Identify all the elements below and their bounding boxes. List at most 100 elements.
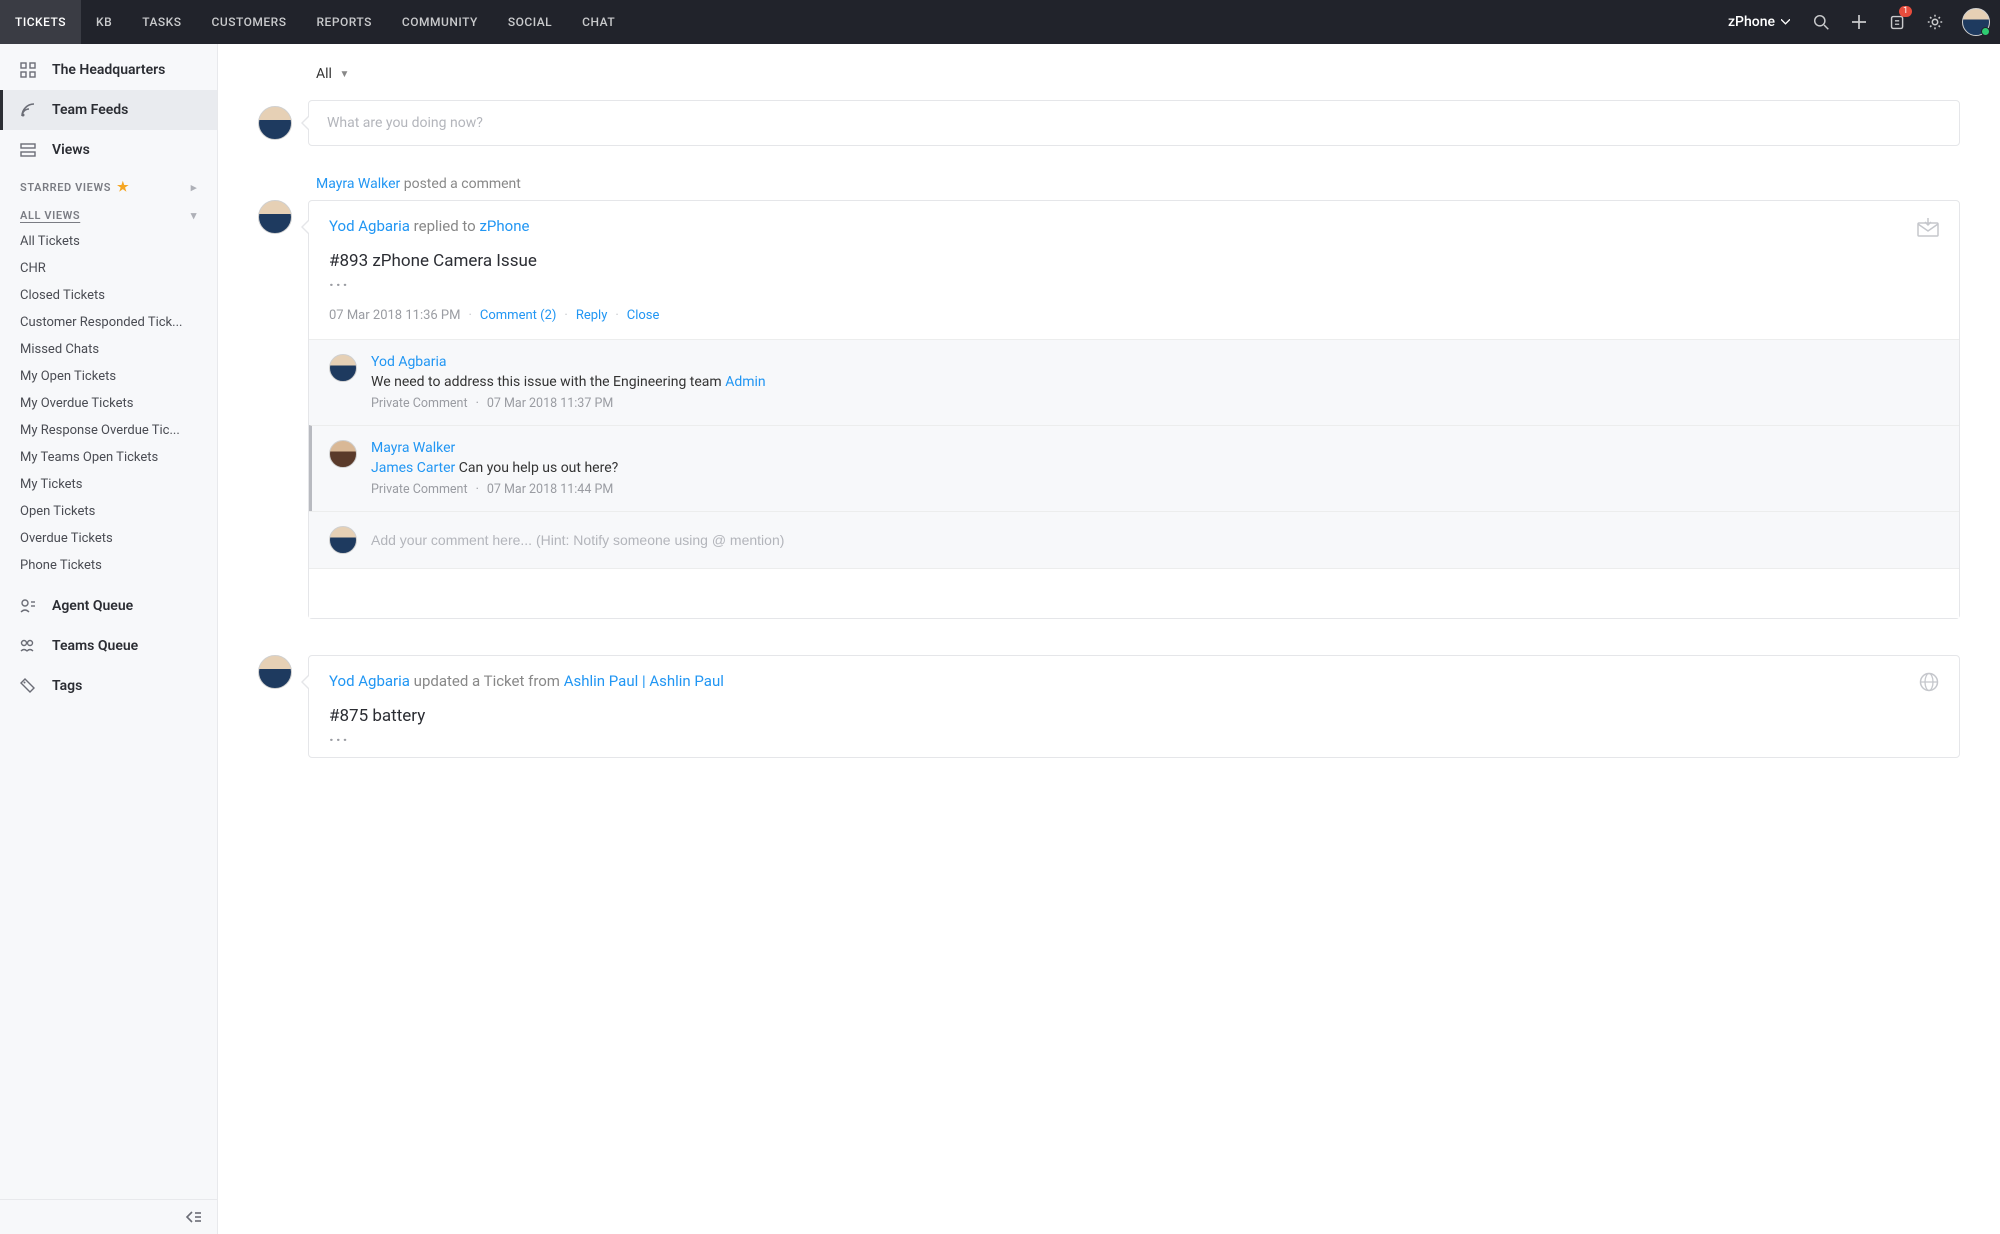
chevron-right-icon: ▸: [191, 181, 197, 194]
view-item[interactable]: My Tickets: [0, 471, 217, 498]
nav-tab-customers[interactable]: CUSTOMERS: [197, 0, 302, 44]
nav-tab-reports[interactable]: REPORTS: [302, 0, 387, 44]
star-icon: ★: [117, 180, 129, 195]
starred-views-header[interactable]: STARRED VIEWS★ ▸: [0, 170, 217, 199]
view-item[interactable]: My Open Tickets: [0, 363, 217, 390]
agent-queue-icon: [20, 598, 38, 614]
comment-text: We need to address this issue with the E…: [371, 374, 1939, 390]
post-context: Mayra Walker posted a comment: [258, 176, 1960, 192]
reply-action[interactable]: Reply: [576, 308, 608, 323]
status-composer[interactable]: What are you doing now?: [308, 100, 1960, 146]
filter-label: All: [316, 66, 332, 82]
post-title[interactable]: #875 battery: [309, 698, 1959, 730]
grid-icon: [20, 62, 38, 78]
comment: Mayra Walker James Carter Can you help u…: [309, 425, 1959, 511]
context-user-link[interactable]: Mayra Walker: [316, 176, 400, 192]
chevron-down-icon: ▾: [191, 209, 197, 222]
sidebar-item-tags[interactable]: Tags: [0, 666, 217, 706]
avatar: [329, 354, 357, 382]
sidebar-item-label: Views: [52, 142, 90, 158]
composer-placeholder: What are you doing now?: [327, 115, 483, 131]
sidebar-item-teams-queue[interactable]: Teams Queue: [0, 626, 217, 666]
view-item[interactable]: Positive Customer Happin...: [0, 579, 217, 586]
post-actor-link[interactable]: Yod Agbaria: [329, 672, 410, 690]
avatar: [258, 655, 292, 689]
close-action[interactable]: Close: [627, 308, 660, 323]
collapse-icon: [185, 1210, 203, 1224]
feed-post: Yod Agbaria updated a Ticket from Ashlin…: [258, 655, 1960, 758]
sidebar-item-agent-queue[interactable]: Agent Queue: [0, 586, 217, 626]
chevron-down-icon: [1781, 19, 1790, 25]
comment-input[interactable]: [371, 532, 1939, 548]
comment-composer[interactable]: [309, 511, 1959, 568]
profile-menu[interactable]: [1962, 8, 1990, 36]
view-item[interactable]: My Response Overdue Tic...: [0, 417, 217, 444]
post-body-ellipsis: ···: [309, 730, 1959, 757]
views-list: All Tickets CHR Closed Tickets Customer …: [0, 226, 217, 586]
post-verb: replied to: [410, 217, 480, 235]
settings-button[interactable]: [1918, 0, 1952, 44]
sidebar-item-headquarters[interactable]: The Headquarters: [0, 50, 217, 90]
nav-tab-social[interactable]: SOCIAL: [493, 0, 567, 44]
comment-author-link[interactable]: Yod Agbaria: [371, 354, 1939, 370]
mention-link[interactable]: James Carter: [371, 460, 455, 476]
view-item[interactable]: Open Tickets: [0, 498, 217, 525]
view-item[interactable]: My Teams Open Tickets: [0, 444, 217, 471]
view-item[interactable]: Missed Chats: [0, 336, 217, 363]
comments-section: Yod Agbaria We need to address this issu…: [309, 339, 1959, 568]
sidebar: The Headquarters Team Feeds Views STARRE…: [0, 44, 218, 1234]
sidebar-item-views[interactable]: Views: [0, 130, 217, 170]
all-views-header[interactable]: ALL VIEWS ▾: [0, 199, 217, 226]
tags-icon: [20, 678, 38, 694]
collapse-sidebar-button[interactable]: [185, 1210, 203, 1224]
comment-timestamp: 07 Mar 2018 11:44 PM: [487, 482, 613, 497]
comment: Yod Agbaria We need to address this issu…: [309, 339, 1959, 425]
comment-timestamp: 07 Mar 2018 11:37 PM: [487, 396, 613, 411]
feed-filter[interactable]: All ▼: [258, 58, 1960, 100]
post-target-link[interactable]: Ashlin Paul | Ashlin Paul: [564, 672, 724, 690]
plus-icon: [1851, 14, 1867, 30]
sidebar-item-team-feeds[interactable]: Team Feeds: [0, 90, 217, 130]
views-icon: [20, 142, 38, 158]
post-actor-link[interactable]: Yod Agbaria: [329, 217, 410, 235]
sidebar-item-label: The Headquarters: [52, 62, 165, 78]
nav-tab-tickets[interactable]: TICKETS: [0, 0, 81, 44]
feed-post: Mayra Walker posted a comment Yod Agbari…: [258, 176, 1960, 619]
nav-tab-kb[interactable]: KB: [81, 0, 127, 44]
post-target-link[interactable]: zPhone: [479, 217, 529, 235]
view-item[interactable]: Overdue Tickets: [0, 525, 217, 552]
feed-icon: [20, 102, 38, 118]
nav-tab-chat[interactable]: CHAT: [567, 0, 630, 44]
brand-label: zPhone: [1728, 14, 1775, 30]
add-button[interactable]: [1842, 0, 1876, 44]
view-item[interactable]: CHR: [0, 255, 217, 282]
post-verb: updated a Ticket from: [410, 672, 564, 690]
search-icon: [1813, 14, 1830, 31]
search-button[interactable]: [1804, 0, 1838, 44]
brand-selector[interactable]: zPhone: [1728, 14, 1790, 30]
view-item[interactable]: All Tickets: [0, 228, 217, 255]
presence-indicator: [1981, 27, 1990, 36]
post-title[interactable]: #893 zPhone Camera Issue: [309, 243, 1959, 275]
notifications-button[interactable]: 1: [1880, 0, 1914, 44]
view-item[interactable]: Closed Tickets: [0, 282, 217, 309]
view-item[interactable]: Customer Responded Tick...: [0, 309, 217, 336]
avatar: [329, 526, 357, 554]
top-navigation: TICKETS KB TASKS CUSTOMERS REPORTS COMMU…: [0, 0, 2000, 44]
sidebar-item-label: Teams Queue: [52, 638, 138, 654]
web-channel-icon: [1919, 672, 1939, 692]
mention-link[interactable]: Admin: [725, 374, 765, 390]
email-channel-icon: [1917, 217, 1939, 237]
comment-action[interactable]: Comment (2): [480, 308, 557, 323]
chevron-down-icon: ▼: [339, 69, 349, 80]
view-item[interactable]: My Overdue Tickets: [0, 390, 217, 417]
nav-tab-tasks[interactable]: TASKS: [127, 0, 196, 44]
comment-visibility: Private Comment: [371, 396, 468, 411]
sidebar-item-label: Agent Queue: [52, 598, 133, 614]
comment-author-link[interactable]: Mayra Walker: [371, 440, 1939, 456]
teams-queue-icon: [20, 638, 38, 654]
avatar: [258, 106, 292, 140]
view-item[interactable]: Phone Tickets: [0, 552, 217, 579]
sidebar-item-label: Tags: [52, 678, 82, 694]
nav-tab-community[interactable]: COMMUNITY: [387, 0, 493, 44]
